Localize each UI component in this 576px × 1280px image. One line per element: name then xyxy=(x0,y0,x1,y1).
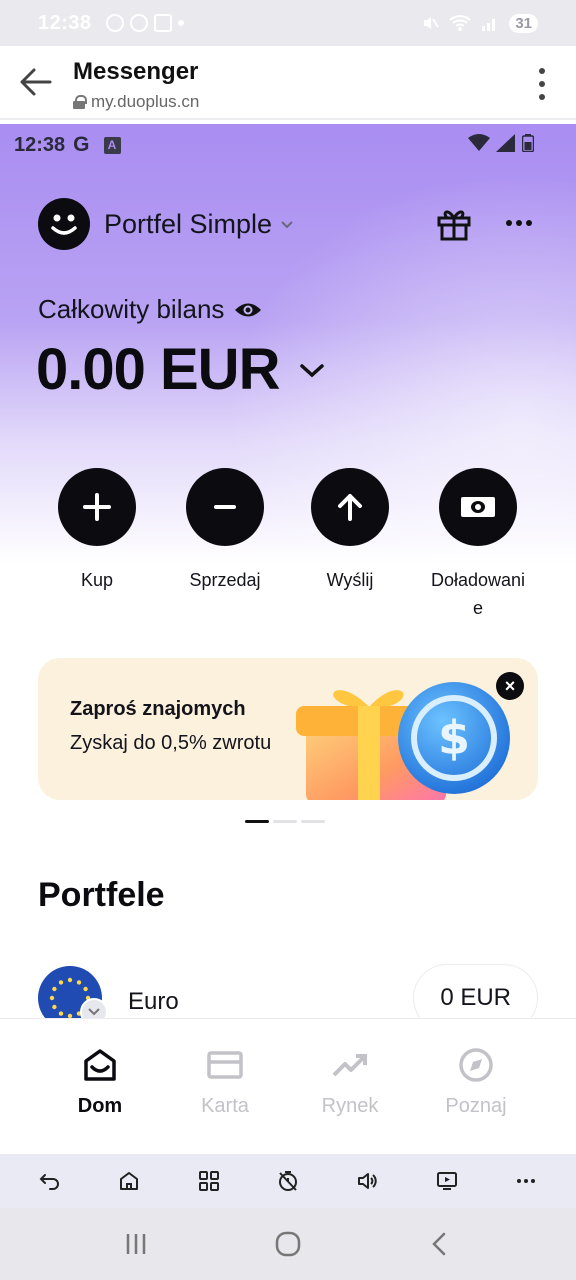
nav-explore[interactable]: Poznaj xyxy=(416,1047,536,1118)
arrow-up-icon xyxy=(338,494,362,521)
action-label: Sprzedaj xyxy=(189,570,261,590)
wifi-icon xyxy=(449,15,471,31)
nav-label: Dom xyxy=(77,1095,123,1117)
nav-market[interactable]: Rynek xyxy=(290,1047,410,1118)
screen-cast-icon[interactable] xyxy=(427,1161,467,1201)
minus-icon xyxy=(214,505,236,509)
battery-indicator: 31 xyxy=(509,13,538,33)
system-navigation-bar xyxy=(0,1208,576,1280)
inner-time: 12:38 xyxy=(14,133,66,156)
browser-menu-button[interactable] xyxy=(538,68,546,100)
nav-label: Karta xyxy=(201,1095,249,1117)
recent-apps-icon[interactable] xyxy=(123,1231,149,1257)
wallets-section-title: Portfele xyxy=(38,876,165,914)
undo-back-icon[interactable] xyxy=(30,1161,70,1201)
svg-text:$: $ xyxy=(438,711,470,765)
browser-toolbar xyxy=(0,1154,576,1208)
home-icon[interactable] xyxy=(109,1161,149,1201)
gift-icon[interactable] xyxy=(436,206,472,242)
gift-coin-illustration-icon: $ xyxy=(296,682,510,800)
wifi-icon xyxy=(468,134,490,151)
action-label: Wyślij xyxy=(326,570,374,590)
browser-header: Messenger my.duoplus.cn xyxy=(0,46,576,120)
card-icon xyxy=(207,1051,243,1079)
wallet-selector-row: Portfel Simple xyxy=(38,198,538,250)
chevron-down-icon[interactable] xyxy=(299,361,325,379)
banner-title: Zaproś znajomych xyxy=(70,698,246,720)
battery-icon xyxy=(522,134,534,152)
app-notification-icon: A xyxy=(103,136,121,154)
wallet-avatar-smiley-icon[interactable] xyxy=(38,198,90,250)
timer-off-icon[interactable] xyxy=(268,1161,308,1201)
back-button-icon[interactable] xyxy=(427,1231,453,1257)
signal-icon xyxy=(496,134,515,152)
messenger-notification-icon xyxy=(129,14,148,32)
carousel-dot xyxy=(301,820,325,823)
action-buy[interactable]: Kup xyxy=(37,468,157,594)
browser-title: Messenger xyxy=(73,58,199,85)
system-status-bar: 12:38 31 xyxy=(0,0,576,46)
system-time: 12:38 xyxy=(38,11,92,34)
balance-amount-row[interactable]: 0.00 EUR xyxy=(36,336,325,403)
back-arrow-icon[interactable] xyxy=(18,64,54,100)
top-up-button[interactable] xyxy=(439,468,517,546)
system-indicators: 31 xyxy=(421,13,538,33)
inner-status-bar: 12:38 G A xyxy=(14,130,536,160)
trend-icon xyxy=(332,1054,367,1077)
url-text: my.duoplus.cn xyxy=(91,92,200,111)
messenger-notification-icon xyxy=(105,14,124,32)
notification-icons xyxy=(105,14,184,32)
action-top-up[interactable]: Doładowani e xyxy=(418,468,538,622)
screenshot-notification-icon xyxy=(153,14,172,32)
action-send[interactable]: Wyślij xyxy=(290,468,410,594)
cash-icon xyxy=(461,497,495,517)
action-label: Doładowani e xyxy=(430,570,526,618)
sell-button[interactable] xyxy=(186,468,264,546)
lock-icon xyxy=(73,95,87,109)
wallet-item-name: Euro xyxy=(128,988,179,1015)
balance-amount: 0.00 EUR xyxy=(36,337,280,402)
chevron-down-icon[interactable] xyxy=(280,217,294,231)
banner-subtitle: Zyskaj do 0,5% zwrotu xyxy=(70,732,272,754)
plus-icon xyxy=(83,493,111,521)
more-icon[interactable] xyxy=(506,1161,546,1201)
browser-url[interactable]: my.duoplus.cn xyxy=(73,92,199,112)
carousel-dot xyxy=(273,820,297,823)
carousel-dot-active xyxy=(245,820,269,823)
volume-icon[interactable] xyxy=(347,1161,387,1201)
web-content: 12:38 G A Portfel Simple Całkowity bilan… xyxy=(0,124,576,1154)
send-button[interactable] xyxy=(311,468,389,546)
compass-icon xyxy=(459,1048,493,1082)
more-notifications-icon xyxy=(177,20,184,26)
referral-banner[interactable]: Zaproś znajomych Zyskaj do 0,5% zwrotu $… xyxy=(38,658,538,800)
banner-close-icon[interactable]: × xyxy=(496,672,524,700)
home-icon xyxy=(84,1049,116,1081)
buy-button[interactable] xyxy=(58,468,136,546)
more-options-icon[interactable] xyxy=(506,220,532,226)
inner-status-indicators xyxy=(468,134,534,152)
action-sell[interactable]: Sprzedaj xyxy=(165,468,285,594)
app-bottom-nav: Dom Karta Rynek Poznaj xyxy=(0,1018,576,1154)
google-icon: G xyxy=(73,133,90,156)
mute-icon xyxy=(424,17,440,29)
balance-label-row: Całkowity bilans xyxy=(38,294,262,325)
nav-card[interactable]: Karta xyxy=(165,1047,285,1118)
nav-label: Rynek xyxy=(321,1095,379,1117)
quick-actions: Kup Sprzedaj Wyślij Doładowani e xyxy=(38,468,538,618)
apps-icon[interactable] xyxy=(189,1161,229,1201)
carousel-indicator xyxy=(245,820,325,823)
home-button-icon[interactable] xyxy=(275,1231,301,1257)
action-label: Kup xyxy=(80,570,114,590)
nav-label: Poznaj xyxy=(445,1095,507,1117)
wallet-name[interactable]: Portfel Simple xyxy=(104,209,272,240)
signal-icon xyxy=(482,19,496,31)
balance-label: Całkowity bilans xyxy=(38,294,225,324)
nav-home[interactable]: Dom xyxy=(40,1047,160,1118)
eye-icon[interactable] xyxy=(234,301,262,319)
